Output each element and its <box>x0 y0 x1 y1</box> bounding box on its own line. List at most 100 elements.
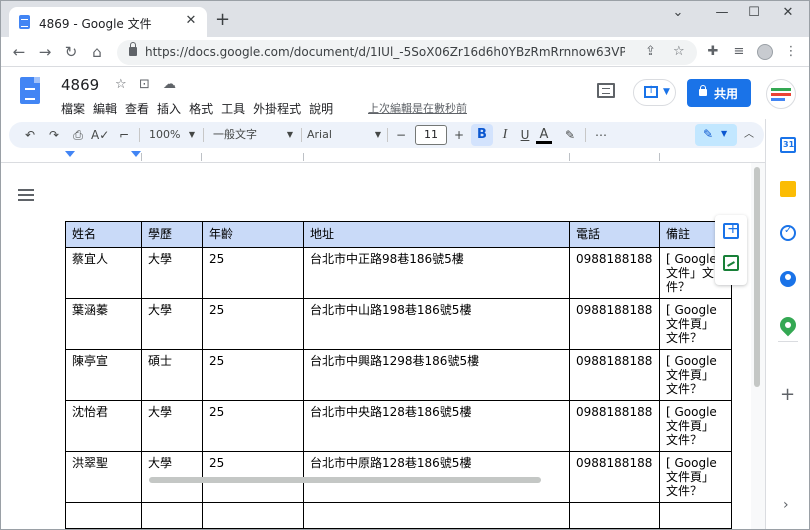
table-cell[interactable]: 洪翠聖 <box>65 451 142 503</box>
url-text[interactable]: https://docs.google.com/document/d/1IUl_… <box>145 45 625 59</box>
table-cell[interactable] <box>141 502 203 529</box>
table-cell[interactable]: 0988188188 <box>569 298 660 350</box>
table-cell[interactable] <box>65 502 142 529</box>
reload-button[interactable]: ↻ <box>61 42 81 62</box>
share-page-icon[interactable]: ⇪ <box>645 44 656 59</box>
docs-logo-icon[interactable] <box>20 77 40 104</box>
cloud-status-icon[interactable]: ☁ <box>163 77 176 92</box>
bookmark-star-icon[interactable]: ☆ <box>673 44 685 59</box>
tab-close-icon[interactable]: ✕ <box>183 13 199 29</box>
last-edit-link[interactable]: 上次編輯是在數秒前 <box>368 100 467 116</box>
table-cell[interactable]: 25 <box>202 349 304 401</box>
table-cell[interactable]: 0988188188 <box>569 451 660 503</box>
table-cell[interactable]: 陳亭宣 <box>65 349 142 401</box>
table-cell[interactable]: 大學 <box>141 247 203 299</box>
reading-list-icon[interactable]: ≡ <box>731 44 747 60</box>
browser-menu-icon[interactable]: ⋮ <box>783 44 799 60</box>
back-button[interactable]: ← <box>9 42 29 62</box>
right-indent-marker[interactable] <box>131 151 141 157</box>
table-cell[interactable]: 0988188188 <box>569 400 660 452</box>
table-cell[interactable]: 25 <box>202 298 304 350</box>
table-cell[interactable]: 25 <box>202 247 304 299</box>
italic-button[interactable]: I <box>497 126 513 144</box>
omnibox[interactable]: https://docs.google.com/document/d/1IUl_… <box>117 40 697 65</box>
collapse-menus-button[interactable]: ︿ <box>741 126 757 144</box>
table-cell[interactable]: 大學 <box>141 298 203 350</box>
menu-edit[interactable]: 編輯 <box>93 100 117 116</box>
contacts-icon[interactable] <box>780 271 796 287</box>
table-header-cell[interactable]: 學歷 <box>141 221 203 248</box>
spellcheck-icon[interactable]: A✓ <box>91 126 109 144</box>
move-folder-icon[interactable]: ⊡ <box>139 77 150 92</box>
maps-icon[interactable] <box>776 313 800 337</box>
document-title[interactable]: 4869 <box>61 76 99 94</box>
document-outline-icon[interactable] <box>18 189 34 203</box>
menu-format[interactable]: 格式 <box>189 100 213 116</box>
profile-avatar[interactable] <box>757 44 773 60</box>
tab-search-icon[interactable]: ⌄ <box>663 5 693 20</box>
font-size-input[interactable]: 11 <box>415 125 447 145</box>
menu-insert[interactable]: 插入 <box>157 100 181 116</box>
close-window-button[interactable]: ✕ <box>773 5 803 20</box>
vertical-scrollbar[interactable] <box>754 167 760 387</box>
table-cell[interactable] <box>659 502 732 529</box>
table-cell[interactable]: 0988188188 <box>569 247 660 299</box>
paint-format-icon[interactable]: ⌐ <box>115 126 133 144</box>
more-options-button[interactable]: ⋯ <box>591 126 611 144</box>
table-cell[interactable]: 台北市中央路128巷186號5樓 <box>303 400 570 452</box>
table-header-cell[interactable]: 年齡 <box>202 221 304 248</box>
table-cell[interactable]: 沈怡君 <box>65 400 142 452</box>
home-button[interactable]: ⌂ <box>87 42 107 62</box>
table-cell[interactable]: [ Google 文件頁」文件？ <box>659 451 732 503</box>
add-addon-icon[interactable]: + <box>780 386 795 404</box>
increase-font-size-button[interactable]: + <box>451 126 467 144</box>
table-cell[interactable]: 25 <box>202 400 304 452</box>
editing-mode-button[interactable]: ✎ ▼ <box>695 124 737 146</box>
chevron-right-icon[interactable]: › <box>783 497 789 513</box>
table-cell[interactable]: 台北市中正路98巷186號5樓 <box>303 247 570 299</box>
keep-icon[interactable] <box>780 181 796 197</box>
font-dropdown[interactable]: Arial ▼ <box>307 126 381 144</box>
style-dropdown[interactable]: 一般文字 ▼ <box>213 126 293 144</box>
menu-view[interactable]: 查看 <box>125 100 149 116</box>
account-avatar[interactable] <box>766 79 796 109</box>
extensions-icon[interactable]: ✚ <box>705 44 721 60</box>
menu-tools[interactable]: 工具 <box>221 100 245 116</box>
horizontal-scrollbar[interactable] <box>149 477 541 483</box>
maximize-button[interactable]: ☐ <box>739 5 769 20</box>
table-cell[interactable]: [ Google 文件頁」文件？ <box>659 298 732 350</box>
decrease-font-size-button[interactable]: − <box>393 126 409 144</box>
table-cell[interactable] <box>303 502 570 529</box>
suggest-edit-icon[interactable] <box>723 255 739 271</box>
document-page[interactable]: 姓名 學歷 年齡 地址 電話 備註 蔡宜人 大學 25 台北市中正路98巷186… <box>1 163 751 529</box>
table-cell[interactable]: [ Google 文件頁」文件？ <box>659 400 732 452</box>
table-cell[interactable]: [ Google 文件頁」文件？ <box>659 349 732 401</box>
table-cell[interactable] <box>569 502 660 529</box>
menu-file[interactable]: 檔案 <box>61 100 85 116</box>
table-cell[interactable] <box>202 502 304 529</box>
share-button[interactable]: 共用 <box>687 79 751 107</box>
browser-tab[interactable]: 4869 - Google 文件 ✕ <box>9 7 207 37</box>
table-cell[interactable]: 葉涵蓁 <box>65 298 142 350</box>
left-indent-marker[interactable] <box>65 151 75 157</box>
lock-icon[interactable] <box>129 42 137 56</box>
minimize-button[interactable]: — <box>707 5 737 20</box>
zoom-dropdown[interactable]: 100% ▼ <box>149 126 195 144</box>
table-cell[interactable]: 0988188188 <box>569 349 660 401</box>
table-header-cell[interactable]: 地址 <box>303 221 570 248</box>
table-cell[interactable]: 台北市中山路198巷186號5樓 <box>303 298 570 350</box>
comments-icon[interactable] <box>597 83 615 98</box>
tasks-icon[interactable] <box>780 225 796 241</box>
calendar-icon[interactable] <box>780 137 796 153</box>
undo-icon[interactable]: ↶ <box>21 126 39 144</box>
highlight-icon[interactable]: ✎ <box>561 126 579 144</box>
table-cell[interactable]: 蔡宜人 <box>65 247 142 299</box>
underline-button[interactable]: U <box>517 126 533 144</box>
print-icon[interactable]: ⎙ <box>69 126 87 144</box>
menu-addons[interactable]: 外掛程式 <box>253 100 301 116</box>
new-tab-button[interactable]: + <box>215 11 230 29</box>
menu-help[interactable]: 說明 <box>309 100 333 116</box>
table-cell[interactable]: 台北市中興路1298巷186號5樓 <box>303 349 570 401</box>
forward-button[interactable]: → <box>35 42 55 62</box>
table-cell[interactable]: 大學 <box>141 400 203 452</box>
